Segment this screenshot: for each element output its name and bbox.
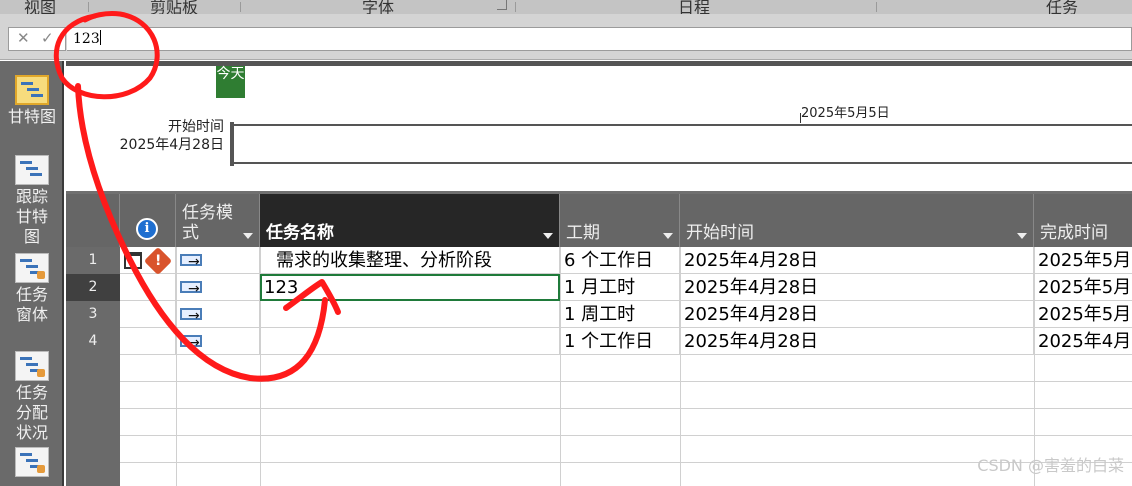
calendar-view-icon [15, 447, 49, 477]
view-tracking-gantt[interactable]: 跟踪甘特图 [0, 155, 64, 247]
timeline-start: 开始时间 2025年4月28日 [116, 118, 224, 154]
chevron-down-icon[interactable] [663, 233, 673, 239]
task-mode-cell[interactable] [176, 328, 260, 355]
row-number[interactable]: 1 [66, 247, 120, 274]
auto-schedule-icon [180, 254, 202, 270]
view-calendar[interactable] [0, 447, 64, 479]
view-label: 跟踪甘特图 [15, 187, 48, 246]
column-header-label: 任务名称 [266, 223, 334, 243]
task-mode-cell[interactable] [176, 301, 260, 328]
timeline-start-date: 2025年4月28日 [119, 137, 224, 153]
text-caret [99, 30, 101, 45]
chevron-down-icon[interactable] [1017, 233, 1027, 239]
timeline-tick [800, 113, 801, 123]
column-header-label: 工期 [566, 223, 600, 243]
view-task-usage[interactable]: 任务分配状况 [0, 351, 64, 443]
row-number[interactable]: 4 [66, 328, 120, 355]
task-sheet: i 任务模式 任务名称 工期 开始时间 完成时间 1 2 3 4 ! 需求的收集… [66, 191, 1132, 486]
task-name-cell[interactable] [260, 301, 560, 328]
view-label: 任务分配状况 [15, 383, 48, 442]
column-header-label: 任务模式 [182, 203, 233, 243]
ribbon-separator [515, 2, 516, 12]
duration-cell[interactable]: 1 月工时 [560, 274, 680, 301]
ribbon-separator [88, 2, 89, 12]
table-row[interactable]: 1 周工时 2025年4月28日 2025年5月 [120, 301, 1132, 328]
view-bar: 甘特图 跟踪甘特图 任务窗体 任务分配状况 [0, 61, 64, 486]
task-mode-cell[interactable] [176, 274, 260, 301]
timeline-bar-start-edge [230, 122, 234, 166]
column-header-label: 完成时间 [1040, 223, 1108, 243]
entry-input-value: 123 [73, 31, 100, 47]
entry-buttons: ✕ ✓ [8, 27, 66, 51]
task-name-cell-editing[interactable]: 123 [260, 274, 560, 301]
watermark: CSDN @害羞的白菜 [977, 456, 1124, 475]
task-usage-icon [15, 351, 49, 381]
info-icon: i [136, 218, 158, 240]
indicators-cell: ! [120, 247, 176, 274]
warning-icon[interactable]: ! [143, 247, 173, 274]
start-cell[interactable]: 2025年4月28日 [680, 328, 1034, 355]
table-row[interactable]: ! 需求的收集整理、分析阶段 6 个工作日 2025年4月28日 2025年5月 [120, 247, 1132, 274]
finish-cell[interactable]: 2025年5月 [1034, 301, 1132, 328]
confirm-entry-icon[interactable]: ✓ [41, 29, 54, 47]
indicators-cell [120, 328, 176, 355]
finish-cell[interactable]: 2025年5月 [1034, 247, 1132, 274]
duration-cell[interactable]: 1 周工时 [560, 301, 680, 328]
empty-row[interactable] [120, 355, 1132, 382]
finish-cell[interactable]: 2025年5月 [1034, 274, 1132, 301]
task-name-cell[interactable]: 需求的收集整理、分析阶段 [260, 247, 560, 274]
timeline-date-marker: 2025年5月5日 [801, 106, 890, 121]
font-dialog-launcher-icon[interactable] [497, 0, 507, 10]
task-form-icon [15, 253, 49, 283]
empty-row[interactable] [120, 382, 1132, 409]
entry-input[interactable]: 123 [67, 27, 1132, 51]
row-number[interactable]: 3 [66, 301, 120, 328]
table-row[interactable]: 1 个工作日 2025年4月28日 2025年4月 [120, 328, 1132, 355]
timeline-start-label: 开始时间 [168, 119, 224, 135]
auto-schedule-icon [180, 335, 202, 351]
view-label: 任务窗体 [15, 285, 48, 324]
auto-schedule-icon [180, 308, 202, 324]
column-header-task-mode[interactable]: 任务模式 [176, 194, 260, 247]
start-cell[interactable]: 2025年4月28日 [680, 301, 1034, 328]
ribbon-separator [876, 2, 877, 12]
task-mode-cell[interactable] [176, 247, 260, 274]
tracking-gantt-icon [15, 155, 49, 185]
entry-bar: ✕ ✓ 123 [0, 14, 1132, 60]
column-header-indicators[interactable]: i [120, 194, 176, 247]
auto-schedule-icon [180, 281, 202, 297]
column-header-duration[interactable]: 工期 [560, 194, 680, 247]
start-cell[interactable]: 2025年4月28日 [680, 247, 1034, 274]
chevron-down-icon[interactable] [243, 233, 253, 239]
view-label: 甘特图 [7, 107, 56, 126]
gantt-chart-icon [15, 75, 49, 105]
column-header-start[interactable]: 开始时间 [680, 194, 1034, 247]
calendar-icon [124, 252, 142, 269]
chevron-down-icon[interactable] [543, 233, 553, 239]
timeline-bar[interactable] [231, 124, 1132, 164]
indicators-cell [120, 301, 176, 328]
column-header-task-name[interactable]: 任务名称 [260, 194, 560, 247]
timeline-pane[interactable]: 今天 开始时间 2025年4月28日 2025年5月5日 [66, 61, 1132, 191]
duration-cell[interactable]: 1 个工作日 [560, 328, 680, 355]
row-number[interactable]: 2 [66, 274, 120, 301]
view-gantt-chart[interactable]: 甘特图 [0, 75, 64, 127]
ribbon-group-labels: 视图 剪贴板 字体 日程 任务 [0, 0, 1132, 17]
finish-cell[interactable]: 2025年4月 [1034, 328, 1132, 355]
today-marker: 今天 [216, 66, 245, 98]
task-name-cell[interactable] [260, 328, 560, 355]
cancel-entry-icon[interactable]: ✕ [17, 29, 30, 47]
table-row[interactable]: 123 1 月工时 2025年4月28日 2025年5月 [120, 274, 1132, 301]
duration-cell[interactable]: 6 个工作日 [560, 247, 680, 274]
ribbon-separator [240, 2, 241, 12]
indicators-cell [120, 274, 176, 301]
start-cell[interactable]: 2025年4月28日 [680, 274, 1034, 301]
row-header-column: 1 2 3 4 [66, 247, 120, 486]
view-task-form[interactable]: 任务窗体 [0, 253, 64, 325]
column-header-finish[interactable]: 完成时间 [1034, 194, 1132, 247]
empty-row[interactable] [120, 409, 1132, 436]
column-header-label: 开始时间 [686, 223, 754, 243]
select-all-corner[interactable] [66, 194, 120, 247]
